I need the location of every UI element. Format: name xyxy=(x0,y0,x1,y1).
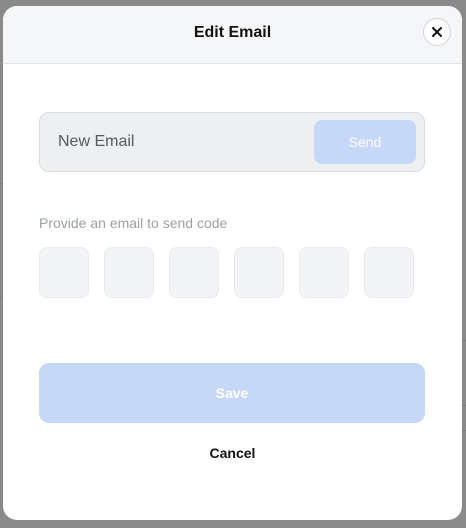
send-code-button[interactable]: Send xyxy=(314,120,416,164)
code-digit-input-2[interactable] xyxy=(104,247,154,298)
background-divider xyxy=(462,340,466,341)
save-button[interactable]: Save xyxy=(39,363,425,423)
code-digit-input-1[interactable] xyxy=(39,247,89,298)
close-icon xyxy=(432,25,442,40)
close-button[interactable] xyxy=(423,18,451,46)
code-digit-input-4[interactable] xyxy=(234,247,284,298)
dialog-title: Edit Email xyxy=(193,24,272,41)
cancel-button[interactable]: Cancel xyxy=(193,444,273,462)
edit-email-dialog: Edit Email Send Provide an email to send… xyxy=(3,6,462,520)
verification-code-inputs xyxy=(39,247,414,298)
dialog-header: Edit Email xyxy=(3,6,462,64)
background-divider xyxy=(462,405,466,406)
email-input-group: Send xyxy=(39,112,425,172)
background-divider xyxy=(462,430,466,431)
code-digit-input-5[interactable] xyxy=(299,247,349,298)
code-hint-text: Provide an email to send code xyxy=(39,215,228,231)
code-digit-input-3[interactable] xyxy=(169,247,219,298)
code-digit-input-6[interactable] xyxy=(364,247,414,298)
new-email-input[interactable] xyxy=(58,113,298,171)
